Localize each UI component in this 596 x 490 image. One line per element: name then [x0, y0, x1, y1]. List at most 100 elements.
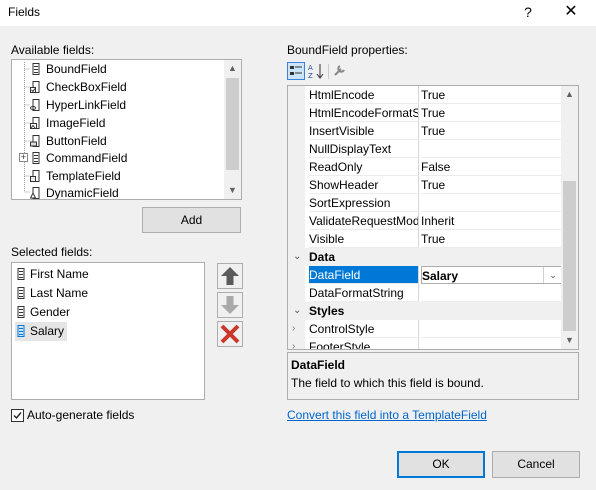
dropdown-chevron-icon[interactable]: ⌄	[543, 267, 562, 283]
close-button[interactable]: ✕	[561, 2, 581, 22]
scroll-thumb[interactable]	[226, 78, 239, 170]
selected-item-gender[interactable]: Gender	[15, 303, 70, 322]
property-value[interactable]	[421, 140, 562, 158]
selected-item-first-name[interactable]: First Name	[15, 265, 89, 284]
property-value[interactable]: Salary	[421, 266, 562, 284]
help-button[interactable]: ?	[518, 2, 538, 22]
property-value[interactable]	[421, 320, 562, 338]
properties-scrollbar[interactable]: ▲ ▼	[561, 86, 578, 349]
move-down-button[interactable]	[217, 292, 243, 318]
convert-templatefield-link[interactable]: Convert this field into a TemplateField	[287, 408, 487, 422]
available-fields-tree[interactable]: BoundField CheckBoxField HyperLinkField …	[11, 59, 242, 200]
property-grid[interactable]: HtmlEncodeTrue HtmlEncodeFormatStringTru…	[287, 85, 579, 350]
property-row-sortexpression[interactable]: SortExpression	[288, 194, 562, 212]
categorized-button[interactable]	[287, 62, 305, 80]
tree-item-buttonfield[interactable]: ButtonField	[30, 132, 107, 150]
property-name: ReadOnly	[309, 158, 419, 176]
tree-item-label: BoundField	[46, 62, 107, 76]
property-row-htmlencode[interactable]: HtmlEncode True	[288, 86, 562, 104]
property-value[interactable]: False	[421, 158, 562, 176]
categorized-icon	[290, 66, 302, 75]
selected-fields-list[interactable]: First Name Last Name Gender Salary	[11, 262, 205, 400]
property-name: FooterStyle	[309, 338, 419, 349]
property-name: ShowHeader	[309, 176, 419, 194]
arrow-up-icon	[221, 267, 239, 285]
tree-item-imagefield[interactable]: ImageField	[30, 114, 105, 132]
expand-commandfield-icon[interactable]: +	[19, 153, 28, 162]
property-value[interactable]: Inherit	[421, 212, 562, 230]
tree-item-label: CheckBoxField	[46, 80, 127, 94]
tree-item-checkboxfield[interactable]: CheckBoxField	[30, 78, 127, 96]
available-scrollbar[interactable]: ▲ ▼	[224, 60, 241, 199]
property-value[interactable]: True	[421, 86, 562, 104]
property-row-htmlencodeformatstring[interactable]: HtmlEncodeFormatStringTrue	[288, 104, 562, 122]
scroll-up-icon[interactable]: ▲	[561, 86, 578, 103]
cancel-button[interactable]: Cancel	[492, 451, 580, 478]
commandfield-icon	[30, 151, 42, 164]
property-value[interactable]: True	[421, 104, 562, 122]
delete-button[interactable]	[217, 321, 243, 347]
expand-chevron-icon[interactable]: ›	[292, 320, 295, 338]
property-name: HtmlEncodeFormatString	[309, 104, 419, 122]
delete-x-icon	[220, 324, 240, 344]
property-value[interactable]	[421, 284, 562, 302]
description-title: DataField	[291, 358, 346, 372]
selected-item-label: Salary	[30, 324, 65, 338]
autogen-checkbox[interactable]	[11, 409, 24, 422]
property-name: HtmlEncode	[309, 86, 419, 104]
tree-item-label: TemplateField	[46, 169, 121, 183]
property-row-readonly[interactable]: ReadOnly False	[288, 158, 562, 176]
scroll-down-icon[interactable]: ▼	[561, 332, 578, 349]
property-row-footerstyle[interactable]: › FooterStyle	[288, 338, 562, 349]
property-pages-button[interactable]	[332, 62, 350, 80]
property-value[interactable]: True	[421, 176, 562, 194]
property-name: DataField	[309, 266, 419, 284]
templatefield-icon	[30, 169, 42, 182]
move-up-button[interactable]	[217, 263, 243, 289]
property-row-dataformatstring[interactable]: DataFormatString	[288, 284, 562, 302]
selected-item-salary[interactable]: Salary	[15, 322, 68, 341]
boundfield-icon	[30, 62, 42, 75]
category-styles[interactable]: ⌄ Styles	[288, 302, 562, 320]
property-value[interactable]	[421, 338, 562, 349]
property-row-visible[interactable]: Visible True	[288, 230, 562, 248]
property-value[interactable]: True	[421, 230, 562, 248]
checkboxfield-icon	[30, 80, 42, 93]
ok-button[interactable]: OK	[397, 451, 485, 478]
property-row-showheader[interactable]: ShowHeader True	[288, 176, 562, 194]
collapse-icon[interactable]: ⌄	[293, 248, 301, 266]
selected-item-label: Last Name	[30, 286, 89, 300]
expand-chevron-icon[interactable]: ›	[292, 338, 295, 349]
property-row-insertvisible[interactable]: InsertVisible True	[288, 122, 562, 140]
selected-item-last-name[interactable]: Last Name	[15, 284, 88, 303]
category-data[interactable]: ⌄ Data	[288, 248, 562, 266]
property-row-validaterequestmode[interactable]: ValidateRequestMode Inherit	[288, 212, 562, 230]
property-name: ControlStyle	[309, 320, 419, 338]
add-button[interactable]: Add	[142, 207, 241, 233]
property-value[interactable]: True	[421, 122, 562, 140]
property-row-datafield[interactable]: DataField Salary ⌄	[288, 266, 562, 284]
alphabetical-button[interactable]: AZ	[307, 62, 325, 80]
collapse-icon[interactable]: ⌄	[293, 302, 301, 320]
properties-label: BoundField properties:	[287, 43, 408, 57]
property-value[interactable]	[421, 194, 562, 212]
property-row-controlstyle[interactable]: › ControlStyle	[288, 320, 562, 338]
scroll-up-icon[interactable]: ▲	[224, 60, 241, 77]
selected-item-label: First Name	[30, 267, 89, 281]
tree-item-templatefield[interactable]: TemplateField	[30, 167, 121, 185]
tree-item-hyperlinkfield[interactable]: HyperLinkField	[30, 96, 126, 114]
category-label: Data	[309, 250, 336, 264]
tree-item-label: ButtonField	[46, 134, 107, 148]
scroll-down-icon[interactable]: ▼	[224, 182, 241, 199]
autogen-label: Auto-generate fields	[27, 408, 135, 422]
hyperlinkfield-icon	[30, 98, 42, 111]
selected-fields-label: Selected fields:	[11, 245, 93, 259]
property-row-nulldisplaytext[interactable]: NullDisplayText	[288, 140, 562, 158]
tree-item-commandfield[interactable]: CommandField	[30, 149, 127, 167]
category-label: Styles	[309, 304, 345, 318]
property-name: ValidateRequestMode	[309, 212, 419, 230]
scroll-thumb[interactable]	[563, 181, 576, 331]
tree-item-dynamicfield[interactable]: DynamicField	[29, 184, 119, 199]
tree-item-boundfield[interactable]: BoundField	[30, 60, 107, 78]
tree-item-label: CommandField	[46, 151, 128, 165]
